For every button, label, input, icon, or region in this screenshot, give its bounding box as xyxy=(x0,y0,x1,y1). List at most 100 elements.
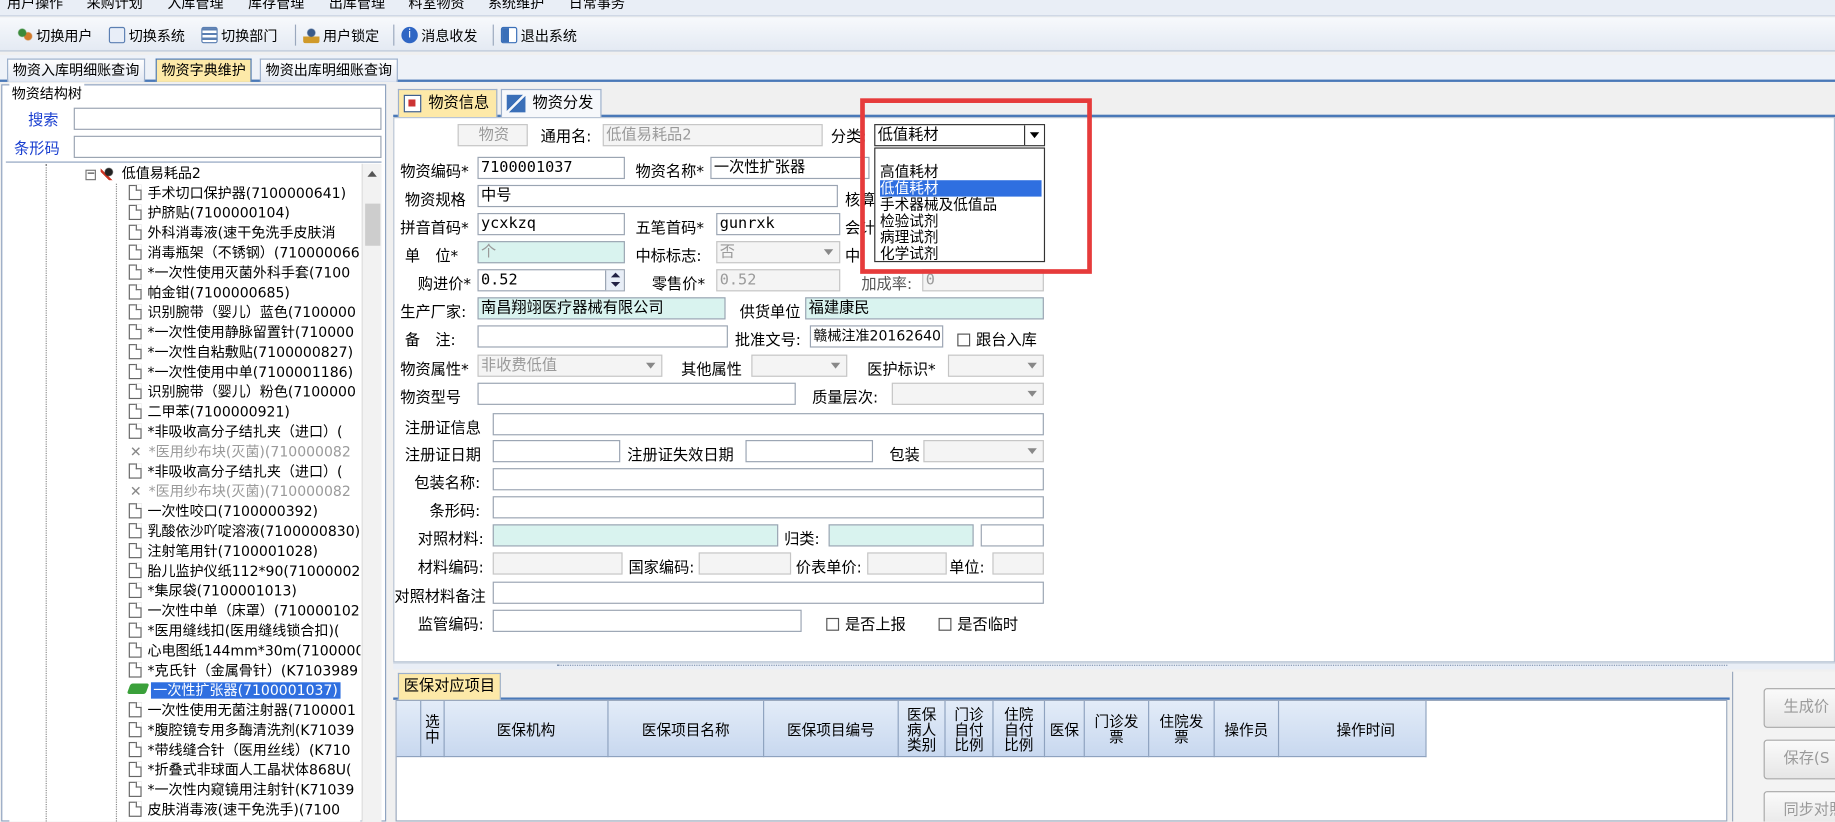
panel-splitter[interactable] xyxy=(393,662,1835,670)
tab-material-distribution[interactable]: 物资分发 xyxy=(500,88,602,118)
unit-field[interactable]: 个 xyxy=(477,241,625,264)
supplier-field[interactable]: 福建康民 xyxy=(805,297,1044,320)
generate-price-button[interactable]: 生成价 xyxy=(1763,688,1835,728)
tree-node[interactable]: 心电图纸144mm*30m(710000028 xyxy=(128,641,360,661)
dropdown-option[interactable]: 检验试剂 xyxy=(880,212,1041,229)
sync-button[interactable]: 同步对照 xyxy=(1763,791,1835,822)
grid-column-header[interactable]: 操作时间 xyxy=(1277,700,1452,758)
tree-node[interactable]: *集尿袋(7100001013) xyxy=(128,582,297,602)
tree-barcode-input[interactable] xyxy=(73,135,382,158)
menu-item-materials[interactable]: 料室物资 xyxy=(408,0,464,13)
menu-item-daily[interactable]: 日常事务 xyxy=(569,0,625,13)
exit-button[interactable]: 退出系统 xyxy=(500,25,577,46)
tab-outbound-ledger[interactable]: 物资出库明细账查询 xyxy=(259,58,398,82)
tree-node[interactable]: 皮肤消毒液(速干免洗手)(7100 xyxy=(128,800,340,820)
attr-select[interactable]: 非收费低值 xyxy=(477,354,663,377)
note-field[interactable] xyxy=(477,325,728,348)
dropdown-option[interactable]: 高值耗材 xyxy=(880,163,1041,180)
dropdown-option[interactable]: 病理试剂 xyxy=(880,229,1041,245)
messages-button[interactable]: i 消息收发 xyxy=(401,25,477,46)
menu-item-user[interactable]: 用户操作 xyxy=(7,0,63,13)
tree-scrollbar[interactable] xyxy=(361,163,382,822)
grid-column-header[interactable]: 选中 xyxy=(420,700,443,758)
classify-extra-field[interactable] xyxy=(980,524,1044,547)
tree-root-node[interactable]: − 低值易耗品2 xyxy=(85,163,201,184)
tab-material-dictionary[interactable]: 物资字典维护 xyxy=(155,58,252,82)
menu-item-purchase[interactable]: 采购计划 xyxy=(87,0,143,13)
chevron-down-icon[interactable] xyxy=(1023,125,1044,146)
care-select[interactable] xyxy=(947,354,1044,377)
ref-note-field[interactable] xyxy=(492,581,1044,604)
tree-node[interactable]: 帕金钳(7100000685) xyxy=(128,283,290,303)
tree-node[interactable]: 一次性使用无菌注射器(7100001 xyxy=(128,701,356,721)
tree-node[interactable]: *带线缝合针（医用丝线）(K710 xyxy=(128,741,350,761)
tree-node[interactable]: 消毒瓶架（不锈钢）(710000066 xyxy=(128,243,360,263)
grid-column-header[interactable]: 医保 xyxy=(1043,700,1084,758)
reg-info-field[interactable] xyxy=(492,413,1044,436)
report-checkbox-box[interactable] xyxy=(826,617,840,631)
classify-field[interactable] xyxy=(828,524,974,547)
supervise-code-field[interactable] xyxy=(492,609,802,632)
spec-field[interactable]: 中号 xyxy=(477,184,838,208)
tree-node[interactable]: 识别腕带（婴儿）粉色(7100000 xyxy=(128,383,356,403)
approval-number-field[interactable]: 赣械注准20162640 xyxy=(809,325,944,348)
tree-node[interactable]: 一次性中单（床罩）(710000102 xyxy=(128,602,360,622)
scroll-up-icon[interactable] xyxy=(367,170,377,177)
barcode-field[interactable] xyxy=(492,496,1044,519)
grid-column-header[interactable]: 门诊自付比例 xyxy=(944,700,992,758)
follow-checkbox-box[interactable] xyxy=(957,333,971,347)
menu-item-system[interactable]: 系统维护 xyxy=(488,0,544,13)
temp-checkbox-box[interactable] xyxy=(938,617,952,631)
tree-node[interactable]: *医用缝线扣(医用缝线锁合扣)( xyxy=(128,621,339,641)
tree-node[interactable]: 二甲苯(7100000921) xyxy=(128,403,290,423)
grid-column-header[interactable]: 住院自付比例 xyxy=(992,700,1043,758)
tree-node[interactable]: 识别腕带（婴儿）蓝色(7100000 xyxy=(128,303,356,323)
follow-checkbox[interactable]: 跟台入库 xyxy=(957,328,1037,350)
model-field[interactable] xyxy=(477,382,796,405)
grid-column-header[interactable]: 门诊发票 xyxy=(1083,700,1148,758)
pack-select[interactable] xyxy=(923,440,1044,463)
grid-column-header[interactable]: 医保病人类别 xyxy=(897,700,945,758)
tree-search-input[interactable] xyxy=(73,107,382,130)
tree-node[interactable]: 胎儿监护仪纸112*90(710000028 xyxy=(128,562,360,582)
tree-node[interactable]: 外科消毒液(速干免洗手皮肤消 xyxy=(128,224,336,244)
tab-inbound-ledger[interactable]: 物资入库明细账查询 xyxy=(7,58,146,82)
tree-node[interactable]: 护脐贴(7100000104) xyxy=(128,204,290,224)
dropdown-option[interactable]: 化学试剂 xyxy=(880,245,1041,262)
menu-item-stock[interactable]: 库存管理 xyxy=(248,0,304,13)
dropdown-option[interactable]: 手术器械及低值品 xyxy=(880,196,1041,213)
tree-node[interactable]: *腹腔镜专用多酶清洗剂(K71039 xyxy=(128,721,354,741)
bid-flag-select[interactable]: 否 xyxy=(716,241,841,264)
tree-node[interactable]: *非吸收高分子结扎夹（进口）( xyxy=(128,462,343,482)
lock-user-button[interactable]: 用户锁定 xyxy=(303,25,379,46)
switch-department-button[interactable]: 切换部门 xyxy=(201,25,277,46)
grid-column-header[interactable]: 住院发票 xyxy=(1148,700,1214,758)
category-select[interactable]: 低值耗材 xyxy=(874,124,1046,147)
dropdown-option[interactable] xyxy=(880,147,1041,163)
reg-date-field[interactable] xyxy=(492,440,621,463)
menu-item-inbound[interactable]: 入库管理 xyxy=(167,0,223,13)
temp-checkbox[interactable]: 是否临时 xyxy=(938,612,1018,634)
grid-column-header[interactable]: 医保项目名称 xyxy=(607,700,763,758)
other-attr-select[interactable] xyxy=(751,354,848,377)
pack-name-field[interactable] xyxy=(492,468,1044,491)
tree-node[interactable]: ✕ *医用纱布块(灭菌)(710000082 xyxy=(129,482,351,502)
tree-scrollbar-thumb[interactable] xyxy=(365,203,381,246)
tree-node[interactable]: *一次性使用静脉留置针(710000 xyxy=(128,323,354,343)
tree-node[interactable]: *一次性自粘敷贴(7100000827) xyxy=(128,343,353,363)
tree-node[interactable]: *折叠式非球面人工晶状体868U( xyxy=(128,761,352,781)
ref-material-field[interactable] xyxy=(492,524,779,547)
tree-node[interactable]: *一次性使用灭菌外科手套(7100 xyxy=(128,263,350,283)
tree-node[interactable]: 乳酸依沙吖啶溶液(7100000830) xyxy=(128,522,360,542)
manufacturer-field[interactable]: 南昌翔翊医疗器械有限公司 xyxy=(477,297,726,320)
tab-insurance-items[interactable]: 医保对应项目 xyxy=(397,672,501,700)
switch-user-button[interactable]: 切换用户 xyxy=(16,25,92,46)
tree-node[interactable]: *一次性内窥镜用注射针(K71039 xyxy=(128,781,354,801)
save-button[interactable]: 保存(S xyxy=(1763,739,1835,780)
tree-node[interactable]: *非吸收高分子结扎夹（进口）( xyxy=(128,422,343,442)
quality-select[interactable] xyxy=(891,382,1044,405)
dropdown-option[interactable]: 低值耗材 xyxy=(880,180,1042,197)
material-name-field[interactable]: 一次性扩张器 xyxy=(710,156,870,180)
wubi-code-field[interactable]: gunrxk xyxy=(716,212,841,236)
grid-column-header[interactable]: 医保机构 xyxy=(443,700,608,758)
